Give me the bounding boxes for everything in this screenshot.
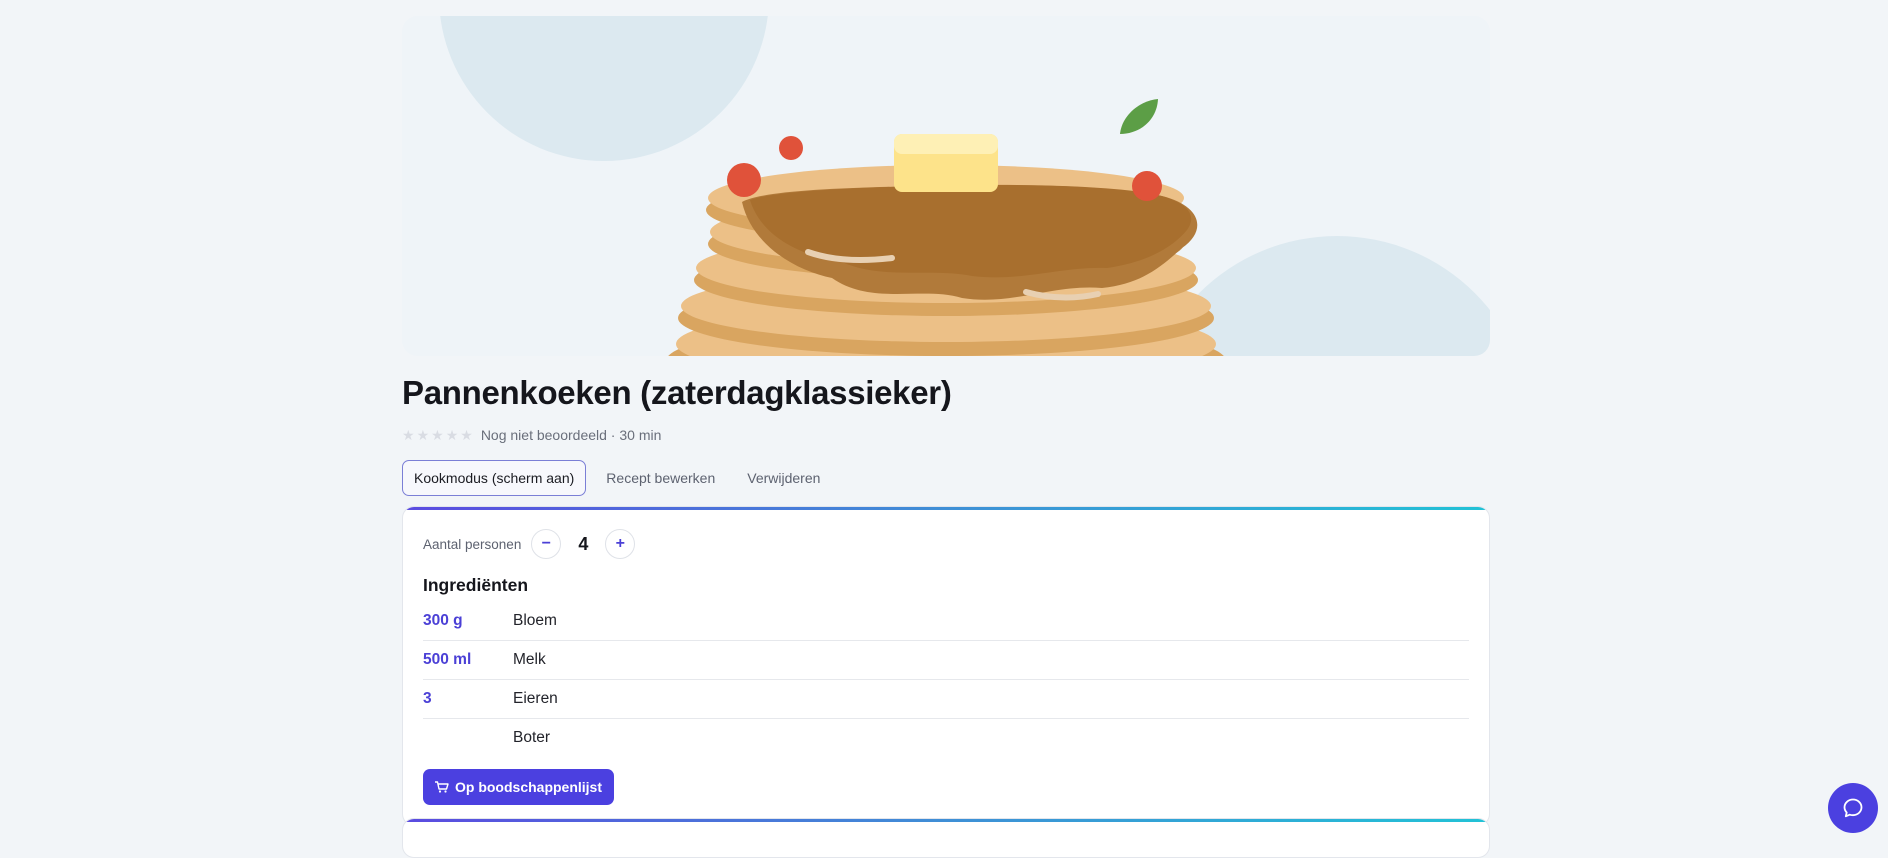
rating-duration-text: Nog niet beoordeeld · 30 min [481,427,662,443]
ingredients-card: Aantal personen − 4 + Ingrediënten 300 g… [402,506,1490,826]
chat-bubble-icon [1843,798,1863,818]
pancake-illustration [402,16,1490,356]
list-item: 3 Eieren [423,680,1469,719]
ingredient-quantity: 3 [423,690,432,707]
rating-text: Nog niet beoordeeld [480,427,607,443]
recipe-page: Pannenkoeken (zaterdagklassieker) ★ ★ ★ … [402,16,1490,826]
decrease-servings-button[interactable]: − [531,529,562,559]
ingredient-name: Melk [513,651,546,668]
page-title: Pannenkoeken (zaterdagklassieker) [402,374,952,411]
shopping-button-label: Op boodschappenlijst [455,779,603,795]
servings-label: Aantal personen [423,536,522,552]
star-icon[interactable]: ★ [460,428,473,442]
star-icon[interactable]: ★ [417,428,430,442]
list-item: 300 g Bloem [423,602,1469,641]
edit-recipe-button[interactable]: Recept bewerken [594,460,727,496]
increase-servings-button[interactable]: + [605,529,636,559]
ingredient-quantity: 300 g [423,612,463,629]
duration-text: 30 min [619,427,662,443]
next-section-card [402,818,1490,858]
cart-icon [435,781,449,793]
ingredient-name: Boter [513,729,551,746]
ingredients-list: 300 g Bloem 500 ml Melk 3 Eieren Boter [423,602,1469,757]
delete-recipe-button[interactable]: Verwijderen [735,460,832,496]
star-icon[interactable]: ★ [446,428,459,442]
chat-button[interactable] [1828,783,1878,833]
meta-separator: · [606,427,620,443]
ingredient-quantity: 500 ml [423,651,472,668]
rating-stars[interactable]: ★ ★ ★ ★ ★ [402,428,473,442]
recipe-actions: Kookmodus (scherm aan) Recept bewerken V… [402,460,1490,496]
servings-control: Aantal personen − 4 + [423,529,1469,559]
add-to-shopping-list-button[interactable]: Op boodschappenlijst [423,769,615,805]
star-icon[interactable]: ★ [431,428,444,442]
ingredient-name: Eieren [513,690,558,707]
ingredient-name: Bloem [513,612,557,629]
cook-mode-button[interactable]: Kookmodus (scherm aan) [402,460,587,496]
recipe-meta: ★ ★ ★ ★ ★ Nog niet beoordeeld · 30 min [402,424,1490,446]
servings-count: 4 [578,533,589,554]
star-icon[interactable]: ★ [402,428,415,442]
list-item: 500 ml Melk [423,641,1469,680]
recipe-hero-image [402,16,1490,356]
ingredients-title: Ingrediënten [423,575,529,595]
list-item: Boter [423,719,1469,757]
